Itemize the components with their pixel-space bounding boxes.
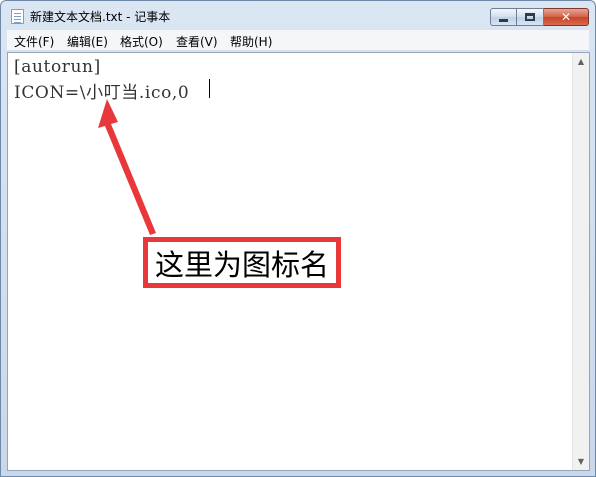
- annotation-callout: 这里为图标名: [143, 237, 341, 288]
- annotation-text: 这里为图标名: [154, 247, 329, 282]
